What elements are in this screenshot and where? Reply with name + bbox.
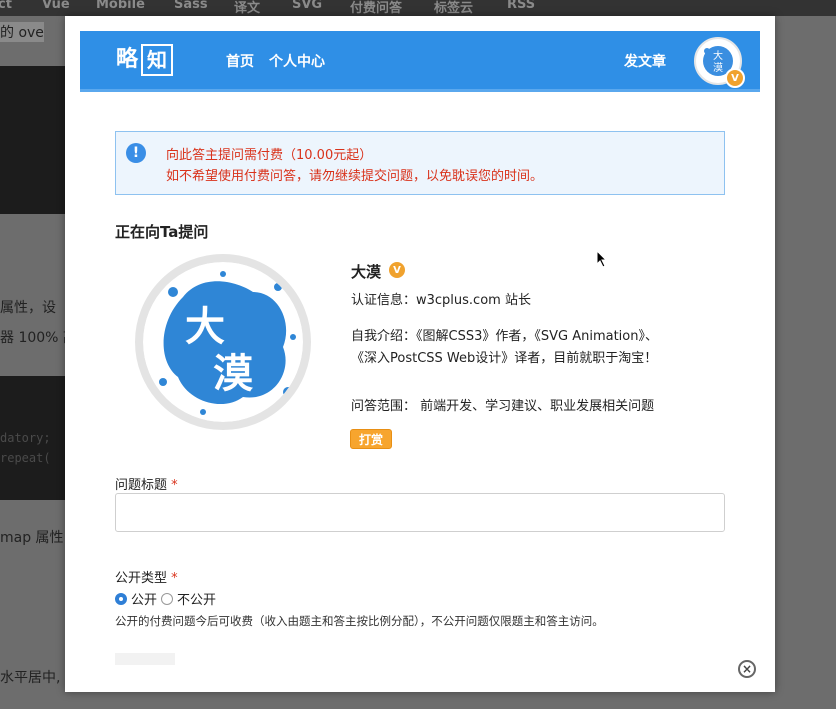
verified-badge-icon: V bbox=[389, 262, 405, 278]
bg-nav-item: SVG bbox=[292, 0, 323, 12]
background-snippet: datory; bbox=[0, 431, 51, 445]
visibility-hint: 公开的付费问题今后可收费（收入由题主和答主按比例分配），不公开问题仅限题主和答主… bbox=[115, 614, 604, 628]
bg-nav-item: Mobile bbox=[96, 0, 145, 12]
answerer-avatar: 大 漠 bbox=[135, 254, 311, 430]
avatar-text: 大 bbox=[185, 304, 225, 350]
mouse-cursor-icon bbox=[596, 250, 608, 268]
background-snippet: repeat( bbox=[0, 451, 51, 465]
bg-nav-item: Sass bbox=[174, 0, 208, 12]
required-mark: * bbox=[171, 571, 178, 586]
question-title-input[interactable] bbox=[115, 493, 725, 532]
visibility-label-text: 公开类型 bbox=[115, 571, 168, 586]
bg-nav-item: ct bbox=[0, 0, 12, 12]
bg-nav-item: 标签云 bbox=[434, 1, 474, 16]
verified-badge-icon: V bbox=[725, 68, 745, 88]
radio-private-label[interactable]: 不公开 bbox=[177, 589, 216, 608]
radio-private[interactable] bbox=[161, 592, 174, 605]
avatar-text: 漠 bbox=[213, 351, 253, 397]
background-snippet: map 属性 bbox=[0, 530, 64, 546]
intro-line-2: 《深入PostCSS Web设计》译者，目前就职于淘宝！ bbox=[351, 351, 658, 366]
logo-char: 略 bbox=[116, 47, 139, 72]
site-header: 略 知 首页 个人中心 发文章 大 漠 V bbox=[80, 31, 760, 92]
bg-nav-item: 译文 bbox=[234, 1, 261, 16]
info-icon: ! bbox=[126, 143, 146, 163]
background-snippet: 的 ove bbox=[0, 22, 44, 42]
visibility-radio-group: 公开 不公开 bbox=[115, 589, 216, 608]
notice-line-1: 向此答主提问需付费（10.00元起） bbox=[166, 148, 373, 163]
notice-line-2: 如不希望使用付费问答，请勿继续提交问题，以免耽误您的时间。 bbox=[166, 169, 544, 184]
site-logo[interactable]: 略 知 bbox=[116, 44, 174, 76]
title-label-text: 问题标题 bbox=[115, 478, 168, 493]
intro-line-1: 自我介绍：《图解CSS3》作者，《SVG Animation》、 bbox=[351, 329, 658, 344]
background-snippet: 水平居中, bbox=[0, 670, 61, 686]
radio-public[interactable] bbox=[115, 592, 127, 605]
background-snippet: 属性，设 bbox=[0, 300, 56, 316]
post-article-link[interactable]: 发文章 bbox=[624, 51, 666, 71]
title-label: 问题标题 * bbox=[115, 474, 178, 493]
logo-char-boxed: 知 bbox=[141, 44, 174, 76]
ink-splash-icon: 大 漠 bbox=[159, 271, 296, 415]
payment-notice: ! 向此答主提问需付费（10.00元起） 如不希望使用付费问答，请勿继续提交问题… bbox=[115, 131, 725, 195]
section-title: 正在向Ta提问 bbox=[115, 223, 209, 241]
close-button[interactable]: × bbox=[738, 660, 756, 678]
faded-next-field bbox=[115, 653, 175, 665]
answerer-name[interactable]: 大漠 bbox=[351, 261, 381, 282]
avatar-text: 漠 bbox=[713, 62, 723, 74]
bg-nav-item: RSS bbox=[507, 0, 536, 12]
background-code-block bbox=[0, 66, 65, 214]
certification-info: 认证信息：w3cplus.com 站长 bbox=[351, 293, 531, 308]
radio-public-label[interactable]: 公开 bbox=[131, 589, 157, 608]
nav-home-link[interactable]: 首页 bbox=[226, 51, 254, 71]
avatar-text: 大 bbox=[713, 49, 723, 62]
visibility-label: 公开类型 * bbox=[115, 567, 178, 586]
required-mark: * bbox=[171, 478, 178, 493]
nav-profile-link[interactable]: 个人中心 bbox=[269, 51, 325, 71]
answer-scope: 问答范围： 前端开发、学习建议、职业发展相关问题 bbox=[351, 399, 655, 414]
question-modal: 略 知 首页 个人中心 发文章 大 漠 V ! 向此答主提问需付费（10.00元… bbox=[65, 16, 775, 692]
tip-button[interactable]: 打赏 bbox=[350, 429, 392, 449]
bg-nav-item: Vue bbox=[42, 0, 70, 12]
background-nav: ct Vue Mobile Sass 译文 SVG 付费问答 标签云 RSS bbox=[0, 0, 836, 16]
bg-nav-item: 付费问答 bbox=[350, 1, 403, 16]
